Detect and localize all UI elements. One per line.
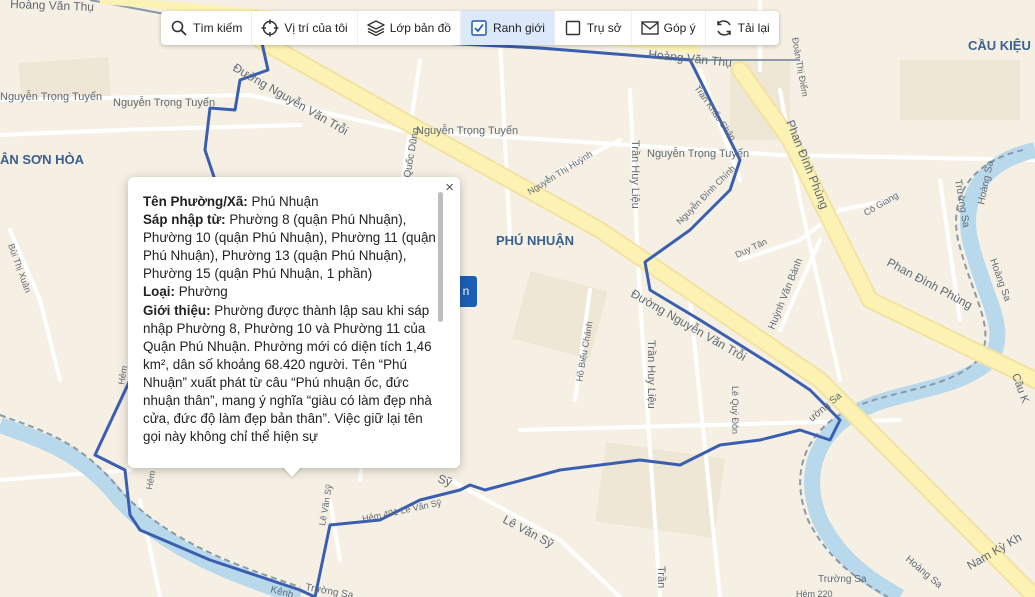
map-label: PHÚ NHUẬN: [496, 233, 574, 248]
ward-info-popup: × Tên Phường/Xã: Phú Nhuận Sáp nhập từ: …: [128, 177, 460, 468]
envelope-icon: [640, 19, 659, 37]
layers-button[interactable]: Lớp bản đồ: [358, 11, 461, 45]
map-label: Nguyễn Trọng Tuyển: [647, 147, 749, 160]
map-label: CẦU KIỆU: [968, 38, 1031, 53]
map-label: Nguyễn Trọng Tuyển: [416, 124, 518, 137]
merged-label: Sáp nhập từ:: [143, 212, 226, 228]
map-label: Trần: [655, 566, 667, 588]
popup-content[interactable]: Tên Phường/Xã: Phú Nhuận Sáp nhập từ: Ph…: [143, 193, 436, 468]
boundary-label: Ranh giới: [492, 21, 545, 35]
map-label: Nguyễn Trọng Tuyển: [113, 96, 215, 109]
map-label: Trần Huy Liệu: [629, 140, 641, 209]
checkbox-icon: [564, 19, 582, 37]
name-label: Tên Phường/Xã:: [143, 194, 248, 209]
name-value: Phú Nhuận: [251, 194, 319, 209]
popup-scrollbar[interactable]: [438, 192, 443, 322]
map-label: ÂN SƠN HÒA: [0, 152, 85, 167]
my-location-button[interactable]: Vị trí của tôi: [252, 11, 358, 45]
map-label: Trần Huy Liệu: [645, 340, 657, 409]
map-toolbar: Tìm kiếm Vị trí của tôi Lớp bản đồ Ranh …: [161, 11, 779, 45]
office-toggle[interactable]: Trụ sở: [555, 11, 632, 45]
checked-box-icon: [470, 19, 488, 37]
intro-label: Giới thiệu:: [143, 302, 211, 318]
search-button[interactable]: Tìm kiếm: [161, 11, 253, 45]
close-icon[interactable]: ×: [445, 180, 454, 196]
reload-button[interactable]: Tải lại: [706, 11, 779, 45]
feedback-label: Góp ý: [663, 21, 696, 35]
map-label: Nguyễn Trọng Tuyển: [0, 90, 102, 103]
boundary-toggle[interactable]: Ranh giới: [460, 11, 555, 45]
my-location-label: Vị trí của tôi: [284, 21, 348, 35]
intro-value: Phường được thành lập sau khi sáp nhập P…: [143, 302, 432, 445]
type-value: Phường: [178, 284, 228, 300]
type-label: Loại:: [143, 284, 175, 300]
search-label: Tìm kiếm: [193, 21, 243, 35]
popup-pointer: [282, 466, 302, 477]
layers-icon: [367, 19, 385, 37]
layers-label: Lớp bản đồ: [389, 21, 451, 35]
reload-label: Tải lại: [737, 21, 770, 35]
map-label: Hẻm 220: [796, 589, 833, 597]
map-label: Lê Quý Đôn: [730, 386, 740, 434]
office-label: Trụ sở: [586, 21, 622, 35]
reload-icon: [715, 19, 733, 37]
feedback-button[interactable]: Góp ý: [632, 11, 706, 45]
crosshair-icon: [261, 19, 279, 37]
search-icon: [170, 19, 188, 37]
map-label: Trường Sa: [818, 574, 867, 585]
